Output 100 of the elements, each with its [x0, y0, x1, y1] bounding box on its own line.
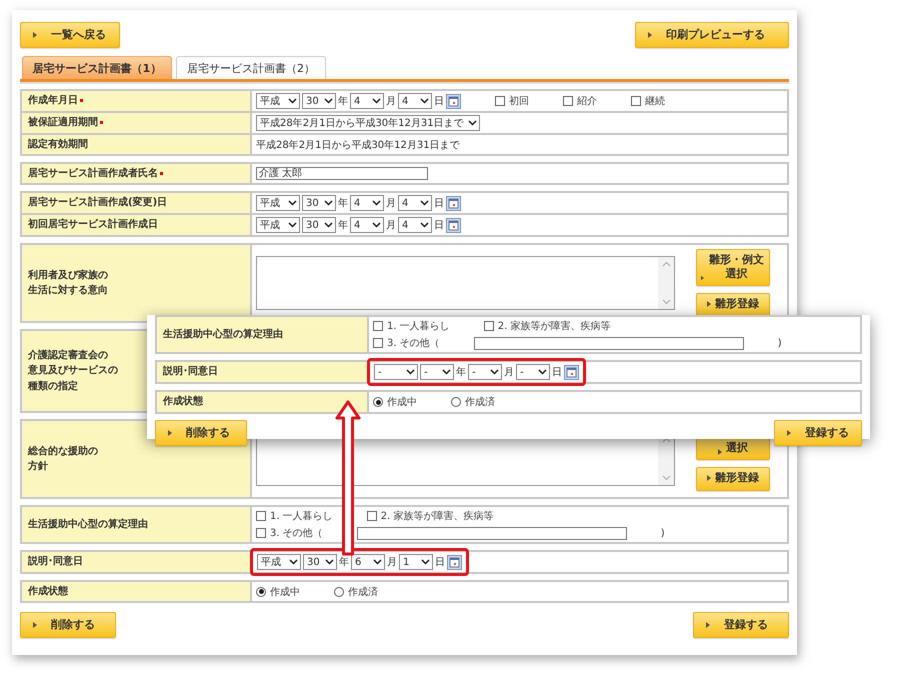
- field-label: 作成状態: [163, 394, 203, 410]
- date-select[interactable]: 4: [398, 195, 432, 211]
- date-select[interactable]: 平成: [256, 217, 300, 233]
- chevron-down-icon: [468, 120, 477, 126]
- date-unit: 日: [434, 219, 444, 232]
- date-select[interactable]: -: [374, 364, 418, 380]
- period-select[interactable]: 平成28年2月1日から平成30年12月31日まで: [256, 115, 480, 131]
- checkbox[interactable]: 1. 一人暮らし: [373, 319, 450, 333]
- date-select[interactable]: -: [420, 364, 454, 380]
- print-preview-button[interactable]: 印刷プレビューする: [635, 22, 789, 48]
- radio-button[interactable]: 作成済: [451, 395, 495, 409]
- text-input[interactable]: [356, 526, 627, 540]
- date-select[interactable]: 30: [302, 195, 336, 211]
- date-select[interactable]: -: [516, 364, 550, 380]
- caret-icon: [787, 430, 791, 436]
- caret-icon: [33, 32, 37, 38]
- delete-button[interactable]: 削除する: [155, 420, 247, 446]
- text-input[interactable]: 介護 太郎: [256, 167, 428, 180]
- tab[interactable]: 居宅サービス計画書（1）: [22, 56, 172, 79]
- template-button[interactable]: 雛形・例文選択: [696, 249, 770, 286]
- field-label: 被保証適用期間: [28, 115, 103, 131]
- field-label: 作成年月日: [28, 93, 83, 109]
- date-select[interactable]: -: [468, 364, 502, 380]
- chevron-down-icon: [324, 200, 333, 206]
- calendar-icon[interactable]: [446, 94, 461, 108]
- field-label: 生活に対する意向: [28, 283, 108, 298]
- date-select[interactable]: 平成: [257, 554, 301, 570]
- value-text: 平成28年2月1日から平成30年12月31日まで: [256, 138, 460, 152]
- field-label: 認定有効期間: [28, 137, 88, 152]
- field-label: 説明･同意日: [28, 554, 83, 570]
- checkbox[interactable]: 3. その他（: [373, 336, 440, 350]
- field-label: 初回居宅サービス計画作成日: [28, 217, 158, 232]
- date-unit: 日: [435, 556, 445, 569]
- date-select[interactable]: 1: [399, 554, 433, 570]
- date-unit: 日: [552, 366, 562, 379]
- field-label: 居宅サービス計画作成(変更)日: [28, 195, 168, 210]
- chevron-down-icon: [373, 559, 382, 565]
- date-select[interactable]: 4: [398, 93, 432, 109]
- checkbox[interactable]: 継続: [631, 94, 665, 108]
- calendar-icon[interactable]: [447, 554, 462, 570]
- date-unit: 月: [387, 556, 397, 569]
- checkbox[interactable]: 2. 家族等が障害、疾病等: [484, 319, 610, 333]
- date-select[interactable]: 平成: [256, 93, 300, 109]
- date-select[interactable]: 4: [350, 93, 384, 109]
- field-label: 総合的な援助の: [28, 444, 98, 458]
- back-button[interactable]: 一覧へ戻る: [20, 22, 120, 48]
- register-button[interactable]: 登録する: [693, 612, 789, 638]
- caret-icon: [718, 448, 722, 454]
- calendar-icon[interactable]: [564, 364, 579, 380]
- text-area[interactable]: [256, 256, 675, 310]
- chevron-down-icon: [288, 98, 297, 104]
- chevron-down-icon: [406, 369, 415, 375]
- date-select[interactable]: 30: [302, 93, 336, 109]
- checkbox[interactable]: 初回: [495, 94, 529, 108]
- value-text: ): [778, 338, 782, 348]
- caret-icon: [707, 301, 711, 308]
- scroll-up-icon[interactable]: [662, 437, 670, 443]
- calendar-icon[interactable]: [446, 218, 461, 232]
- date-select[interactable]: 4: [350, 195, 384, 211]
- date-select[interactable]: 30: [303, 554, 337, 570]
- date-unit: 年: [339, 556, 349, 569]
- radio-button[interactable]: 作成中: [373, 395, 417, 409]
- date-select[interactable]: 6: [351, 554, 385, 570]
- chevron-down-icon: [289, 559, 298, 565]
- field-label: 説明･同意日: [163, 364, 218, 380]
- chevron-down-icon: [325, 559, 334, 565]
- chevron-down-icon: [420, 200, 429, 206]
- tab[interactable]: 居宅サービス計画書（2）: [176, 56, 326, 79]
- chevron-down-icon: [288, 222, 297, 228]
- checkbox[interactable]: 3. その他（: [256, 526, 323, 540]
- checkbox[interactable]: 1. 一人暮らし: [256, 509, 333, 523]
- chevron-down-icon: [324, 98, 333, 104]
- field-label: 作成状態: [28, 584, 68, 599]
- chevron-down-icon: [372, 222, 381, 228]
- chevron-down-icon: [442, 369, 451, 375]
- radio-button[interactable]: 作成中: [256, 584, 300, 598]
- text-input[interactable]: [474, 336, 744, 350]
- required-icon: [160, 172, 163, 175]
- calendar-icon[interactable]: [446, 196, 461, 210]
- chevron-down-icon: [372, 98, 381, 104]
- date-unit: 年: [456, 366, 466, 379]
- date-select[interactable]: 30: [302, 217, 336, 233]
- field-label: 生活援助中心型の算定理由: [163, 327, 283, 342]
- caret-icon: [33, 622, 37, 628]
- register-button[interactable]: 登録する: [774, 420, 862, 446]
- date-unit: 年: [338, 219, 348, 232]
- template-button[interactable]: 雛形登録: [696, 292, 770, 317]
- delete-button[interactable]: 削除する: [20, 612, 116, 638]
- checkbox[interactable]: 2. 家族等が障害、疾病等: [366, 509, 494, 523]
- template-button[interactable]: 雛形登録: [696, 466, 770, 490]
- date-select[interactable]: 4: [398, 217, 432, 233]
- radio-button[interactable]: 作成済: [334, 584, 378, 598]
- chevron-down-icon: [420, 222, 429, 228]
- checkbox[interactable]: 紹介: [563, 94, 597, 108]
- field-label: 種類の指定: [28, 379, 79, 394]
- chevron-down-icon: [538, 369, 547, 375]
- date-select[interactable]: 4: [350, 217, 384, 233]
- caret-icon: [168, 430, 172, 436]
- date-select[interactable]: 平成: [256, 195, 300, 211]
- caret-icon: [648, 32, 652, 38]
